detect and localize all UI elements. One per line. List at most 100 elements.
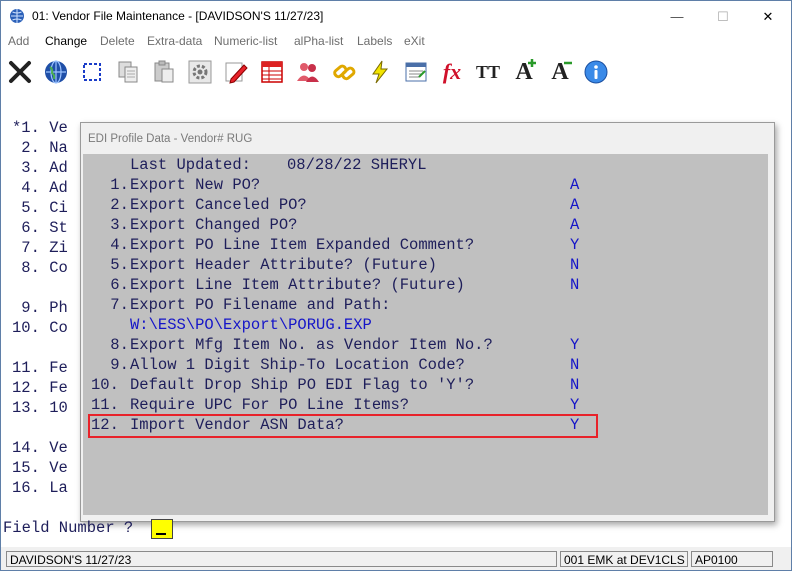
field-2-label: 2. Na <box>12 139 68 157</box>
vendor-file-maintenance-window: 01: Vendor File Maintenance - [DAVIDSON'… <box>0 0 792 571</box>
item-number: 6. <box>101 276 129 294</box>
item-label: Import Vendor ASN Data? <box>130 416 344 434</box>
item-value[interactable]: N <box>570 256 579 274</box>
help-icon[interactable] <box>580 55 612 89</box>
field-4-label: 4. Ad <box>12 179 68 197</box>
item-number: 9. <box>101 356 129 374</box>
settings-gear-icon[interactable] <box>184 55 216 89</box>
item-label: Export Header Attribute? (Future) <box>130 256 437 274</box>
menu-exit[interactable]: eXit <box>404 34 425 48</box>
spreadsheet-icon[interactable] <box>400 55 432 89</box>
item-value[interactable]: Y <box>570 396 579 414</box>
field-3-label: 3. Ad <box>12 159 68 177</box>
window-title: 01: Vendor File Maintenance - [DAVIDSON'… <box>32 9 324 23</box>
item-number: 7. <box>101 296 129 314</box>
field-9-label: 9. Ph <box>12 299 68 317</box>
minimize-button[interactable]: — <box>654 1 700 32</box>
item-value[interactable]: N <box>570 376 579 394</box>
close-button[interactable]: ✕ <box>745 1 791 32</box>
font-increase-icon[interactable]: A <box>508 55 540 89</box>
menu-change[interactable]: Change <box>45 34 87 48</box>
field-6-label: 6. St <box>12 219 68 237</box>
menu-delete[interactable]: Delete <box>100 34 135 48</box>
menu-alpha-list[interactable]: alPha-list <box>294 34 343 48</box>
function-icon-label: fx <box>442 59 462 84</box>
item-value[interactable]: Y <box>570 416 579 434</box>
status-user: 001 EMK at DEV1CLS <box>560 551 688 567</box>
item-label: Export New PO? <box>130 176 261 194</box>
dialog-title: EDI Profile Data - Vendor# RUG <box>88 133 253 145</box>
item-label: Export Mfg Item No. as Vendor Item No.? <box>130 336 493 354</box>
item-label: Export PO Filename and Path: <box>130 296 391 314</box>
maximize-button[interactable]: ☐ <box>700 1 746 32</box>
item-label: Export Canceled PO? <box>130 196 307 214</box>
last-updated-label: Last Updated: <box>130 156 251 174</box>
item-number: 10. <box>91 376 119 394</box>
item-number: 4. <box>101 236 129 254</box>
item-value[interactable]: Y <box>570 236 579 254</box>
field-14-label: 14. Ve <box>12 439 68 457</box>
item-value[interactable]: A <box>570 196 579 214</box>
item-label: Default Drop Ship PO EDI Flag to 'Y'? <box>130 376 475 394</box>
field-5-label: 5. Ci <box>12 199 68 217</box>
menu-numeric-list[interactable]: Numeric-list <box>214 34 277 48</box>
item-value[interactable]: N <box>570 276 579 294</box>
lightning-icon[interactable] <box>364 55 396 89</box>
menu-bar: Add Change Delete Extra-data Numeric-lis… <box>1 32 791 52</box>
field-1-label: *1. Ve <box>12 119 68 137</box>
minus-icon <box>564 61 572 65</box>
field-15-label: 15. Ve <box>12 459 68 477</box>
field-13-label: 13. 10 <box>12 399 68 417</box>
text-size-icon[interactable]: TT <box>472 55 504 89</box>
link-icon[interactable] <box>328 55 360 89</box>
close-x-icon[interactable] <box>4 55 36 89</box>
item-label: Export PO Line Item Expanded Comment? <box>130 236 475 254</box>
menu-labels[interactable]: Labels <box>357 34 392 48</box>
plus-icon <box>528 59 536 67</box>
text-cursor <box>156 533 166 535</box>
font-decrease-icon[interactable]: A <box>544 55 576 89</box>
item-label: Export Changed PO? <box>130 216 298 234</box>
item-number: 5. <box>101 256 129 274</box>
item-value[interactable]: N <box>570 356 579 374</box>
field-number-input[interactable] <box>151 519 173 539</box>
paste-icon[interactable] <box>148 55 180 89</box>
item-label: Export Line Item Attribute? (Future) <box>130 276 465 294</box>
edit-pencil-icon[interactable] <box>220 55 252 89</box>
title-bar[interactable]: 01: Vendor File Maintenance - [DAVIDSON'… <box>1 1 791 32</box>
globe-icon[interactable] <box>40 55 72 89</box>
field-16-label: 16. La <box>12 479 68 497</box>
item-number: 2. <box>101 196 129 214</box>
field-10-label: 10. Co <box>12 319 68 337</box>
toolbar: fx TT A A <box>1 52 791 92</box>
export-path-value[interactable]: W:\ESS\PO\Export\PORUG.EXP <box>130 316 372 334</box>
item-value[interactable]: Y <box>570 336 579 354</box>
item-value[interactable]: A <box>570 176 579 194</box>
field-11-label: 11. Fe <box>12 359 68 377</box>
last-updated-value: 08/28/22 SHERYL <box>287 156 427 174</box>
copy-icon[interactable] <box>112 55 144 89</box>
field-number-prompt: Field Number ? <box>3 519 134 537</box>
item-number: 8. <box>101 336 129 354</box>
item-value[interactable]: A <box>570 216 579 234</box>
app-globe-icon <box>10 9 24 23</box>
item-number: 11. <box>91 396 119 414</box>
item-label: Allow 1 Digit Ship-To Location Code? <box>130 356 465 374</box>
field-8-label: 8. Co <box>12 259 68 277</box>
users-icon[interactable] <box>292 55 324 89</box>
edi-profile-dialog: EDI Profile Data - Vendor# RUG Last Upda… <box>80 122 775 522</box>
status-bar: DAVIDSON'S 11/27/23 001 EMK at DEV1CLS A… <box>1 547 791 570</box>
status-company: DAVIDSON'S 11/27/23 <box>6 551 557 567</box>
field-12-label: 12. Fe <box>12 379 68 397</box>
item-number: 12. <box>91 416 119 434</box>
item-label: Require UPC For PO Line Items? <box>130 396 410 414</box>
item-number: 1. <box>101 176 129 194</box>
menu-add[interactable]: Add <box>8 34 29 48</box>
item-number: 3. <box>101 216 129 234</box>
text-size-icon-label: TT <box>475 61 500 82</box>
menu-extra-data[interactable]: Extra-data <box>147 34 202 48</box>
table-icon[interactable] <box>256 55 288 89</box>
dialog-body: Last Updated: 08/28/22 SHERYL 1. Export … <box>83 154 768 515</box>
function-icon[interactable]: fx <box>436 55 468 89</box>
select-icon[interactable] <box>76 55 108 89</box>
